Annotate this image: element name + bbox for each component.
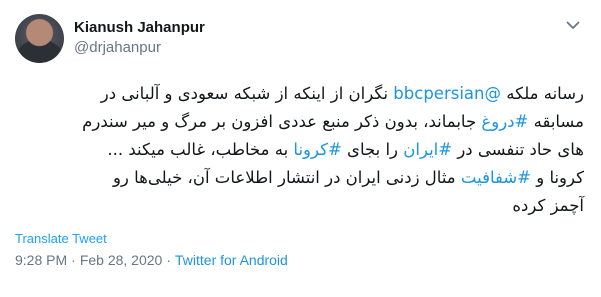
tweet-text-line: کرونا و #شفافیت مثال زدنی ایران در انتشا… bbox=[17, 164, 584, 192]
tweet-text-line: مسابقه #دروغ جابماند، بدون ذکر منبع عددی… bbox=[17, 108, 584, 136]
tweet-text-line: رسانه ملکه @bbcpersian نگران از اینکه از… bbox=[17, 80, 584, 108]
tweet-date[interactable]: Feb 28, 2020 bbox=[80, 252, 163, 268]
user-handle[interactable]: @drjahanpur bbox=[74, 38, 205, 58]
tweet-text-segment: نگران از اینکه از شبکه سعودی و آلبانی در bbox=[100, 84, 394, 103]
hashtag-link[interactable]: #دروغ bbox=[481, 112, 528, 131]
tweet-source[interactable]: Twitter for Android bbox=[175, 252, 288, 268]
tweet-time[interactable]: 9:28 PM bbox=[15, 252, 67, 268]
tweet-header: Kianush Jahanpur @drjahanpur bbox=[15, 12, 586, 64]
mention-link[interactable]: @bbcpersian bbox=[393, 84, 501, 103]
user-info[interactable]: Kianush Jahanpur @drjahanpur bbox=[74, 18, 205, 58]
hashtag-link[interactable]: #کرونا bbox=[293, 140, 341, 159]
meta-separator: · bbox=[71, 252, 76, 268]
tweet-meta: 9:28 PM · Feb 28, 2020 · Twitter for And… bbox=[15, 252, 586, 268]
tweet-text-line: های حاد تنفسی در #ایران را بجای #کرونا ب… bbox=[17, 136, 584, 164]
tweet-text-segment: های حاد تنفسی در bbox=[452, 140, 584, 159]
tweet-text-segment: کرونا و bbox=[530, 168, 584, 187]
tweet-text-segment: مثال زدنی ایران در انتشار اطلاعات آن، خی… bbox=[112, 168, 461, 187]
tweet-text-segment: رسانه ملکه bbox=[500, 84, 584, 103]
tweet-text-segment: آچمز کرده bbox=[512, 196, 584, 215]
avatar[interactable] bbox=[15, 13, 64, 63]
hashtag-link[interactable]: #شفافیت bbox=[461, 168, 531, 187]
tweet-text-segment: را بجای bbox=[341, 140, 404, 159]
meta-separator: · bbox=[166, 252, 171, 268]
tweet-text-segment: به مخاطب، غالب میکند ... bbox=[107, 140, 294, 159]
tweet-text: رسانه ملکه @bbcpersian نگران از اینکه از… bbox=[15, 80, 586, 220]
translate-tweet-link[interactable]: Translate Tweet bbox=[15, 231, 586, 246]
tweet-card: Kianush Jahanpur @drjahanpur رسانه ملکه … bbox=[0, 0, 601, 297]
display-name[interactable]: Kianush Jahanpur bbox=[74, 18, 205, 38]
chevron-down-icon[interactable] bbox=[564, 16, 582, 34]
tweet-text-segment: جابماند، بدون ذکر منبع عددی افزون بر مرگ… bbox=[82, 112, 482, 131]
hashtag-link[interactable]: #ایران bbox=[403, 140, 452, 159]
tweet-text-segment: مسابقه bbox=[528, 112, 584, 131]
chevron-down-icon-glyph bbox=[566, 21, 580, 29]
tweet-text-line: آچمز کرده bbox=[17, 192, 584, 220]
